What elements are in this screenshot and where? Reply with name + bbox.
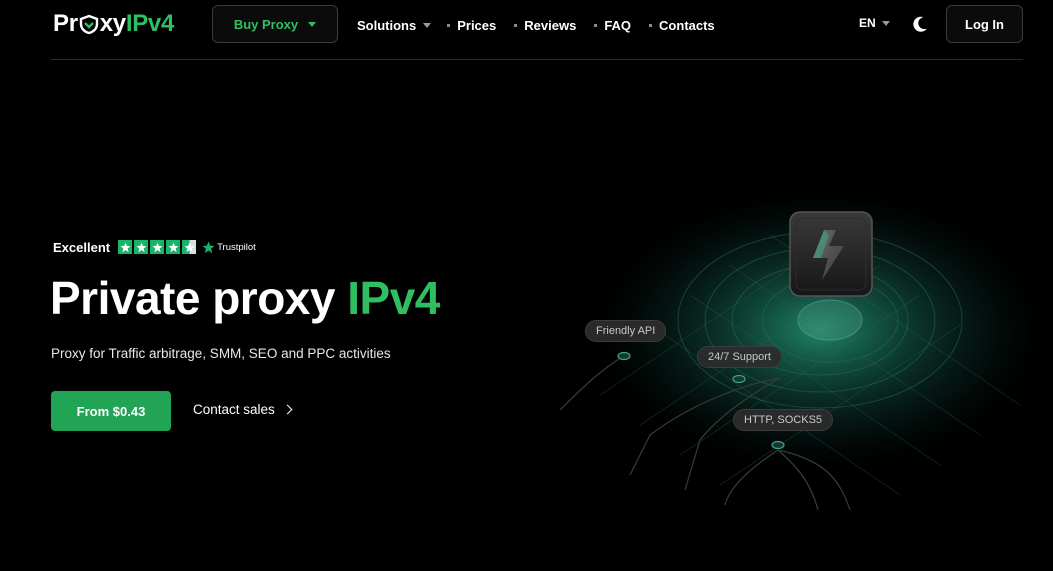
- rating-stars: [118, 240, 197, 254]
- feature-tag-api: Friendly API: [585, 320, 667, 342]
- caret-down-icon: [308, 21, 317, 27]
- star-icon: [150, 240, 165, 254]
- star-icon: [118, 240, 133, 254]
- logo-shield-icon: [79, 14, 98, 35]
- logo[interactable]: Pr xy IPv4: [53, 9, 174, 39]
- contact-sales-label: Contact sales: [193, 402, 275, 417]
- contact-sales-link[interactable]: Contact sales: [193, 402, 293, 417]
- bullet-icon: [447, 23, 451, 27]
- trustpilot-label: Trustpilot: [217, 241, 256, 253]
- nav-prices[interactable]: Prices: [447, 18, 496, 33]
- buy-proxy-button[interactable]: Buy Proxy: [212, 5, 338, 43]
- page-title: Private proxy IPv4: [50, 272, 440, 324]
- bullet-icon: [514, 23, 518, 27]
- cta-label: From $0.43: [76, 403, 146, 419]
- nav-contacts[interactable]: Contacts: [649, 18, 715, 33]
- lightning-icon: [789, 211, 873, 297]
- main-nav: Solutions Prices Reviews FAQ Contacts: [357, 16, 715, 34]
- trustpilot-rating[interactable]: Excellent Trustpilot: [53, 238, 256, 256]
- buy-proxy-label: Buy Proxy: [233, 16, 299, 32]
- title-main: Private proxy: [50, 272, 348, 324]
- logo-text-start: Pr: [53, 10, 78, 37]
- nav-reviews-label: Reviews: [524, 17, 577, 33]
- moon-icon[interactable]: [910, 14, 930, 34]
- bullet-icon: [649, 23, 653, 27]
- hero-subtitle: Proxy for Traffic arbitrage, SMM, SEO an…: [51, 346, 391, 361]
- login-label: Log In: [965, 16, 1004, 32]
- caret-down-icon: [423, 22, 432, 28]
- logo-text-mid: xy: [99, 10, 126, 37]
- title-accent: IPv4: [347, 272, 440, 324]
- hero-illustration: Friendly API 24/7 Support HTTP, SOCKS5: [540, 180, 1053, 530]
- nav-faq-label: FAQ: [604, 17, 632, 33]
- nav-solutions[interactable]: Solutions: [357, 17, 432, 33]
- center-platform: [797, 299, 863, 341]
- network-graphic: [559, 180, 1053, 511]
- logo-text-accent: IPv4: [125, 10, 175, 37]
- page: Pr xy IPv4 Buy Proxy Solutions Prices Re…: [0, 0, 1053, 571]
- chevron-right-icon: [282, 404, 293, 415]
- star-icon: [134, 240, 149, 254]
- nav-reviews[interactable]: Reviews: [514, 18, 576, 33]
- pricing-cta-button[interactable]: From $0.43: [51, 391, 171, 431]
- feature-tag-support: 24/7 Support: [697, 346, 782, 368]
- feature-tag-protocols: HTTP, SOCKS5: [733, 409, 834, 431]
- star-icon: [166, 240, 181, 254]
- half-star-icon: [182, 240, 197, 254]
- trustpilot-star-icon: [202, 241, 215, 253]
- nav-faq[interactable]: FAQ: [594, 18, 631, 33]
- nav-solutions-label: Solutions: [357, 17, 417, 33]
- language-label: EN: [859, 16, 876, 30]
- login-button[interactable]: Log In: [946, 5, 1023, 43]
- language-selector[interactable]: EN: [859, 16, 890, 30]
- site-header: Pr xy IPv4 Buy Proxy Solutions Prices Re…: [51, 0, 1023, 60]
- rating-label: Excellent: [53, 239, 111, 255]
- bullet-icon: [594, 23, 598, 27]
- nav-prices-label: Prices: [457, 17, 497, 33]
- caret-down-icon: [881, 20, 890, 26]
- nav-contacts-label: Contacts: [659, 17, 715, 33]
